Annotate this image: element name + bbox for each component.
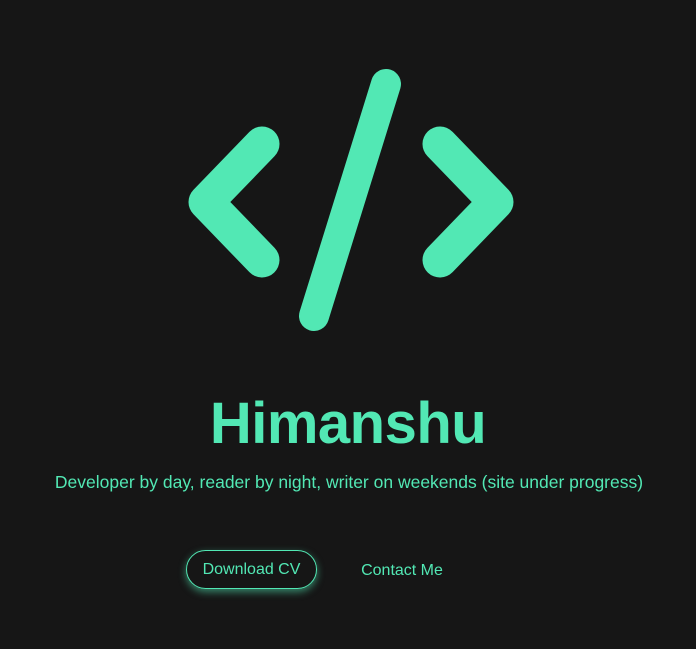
- left-angle-bracket: [188, 126, 280, 278]
- hero-tagline: Developer by day, reader by night, write…: [54, 472, 644, 492]
- right-angle-bracket: [422, 126, 514, 278]
- download-cv-button[interactable]: Download CV: [186, 550, 317, 589]
- contact-me-button[interactable]: Contact Me: [342, 550, 462, 592]
- hero-name: Himanshu: [209, 391, 487, 456]
- hero-section: Himanshu Developer by day, reader by nig…: [0, 0, 696, 649]
- code-brackets-icon: [186, 68, 516, 338]
- slash: [299, 69, 401, 331]
